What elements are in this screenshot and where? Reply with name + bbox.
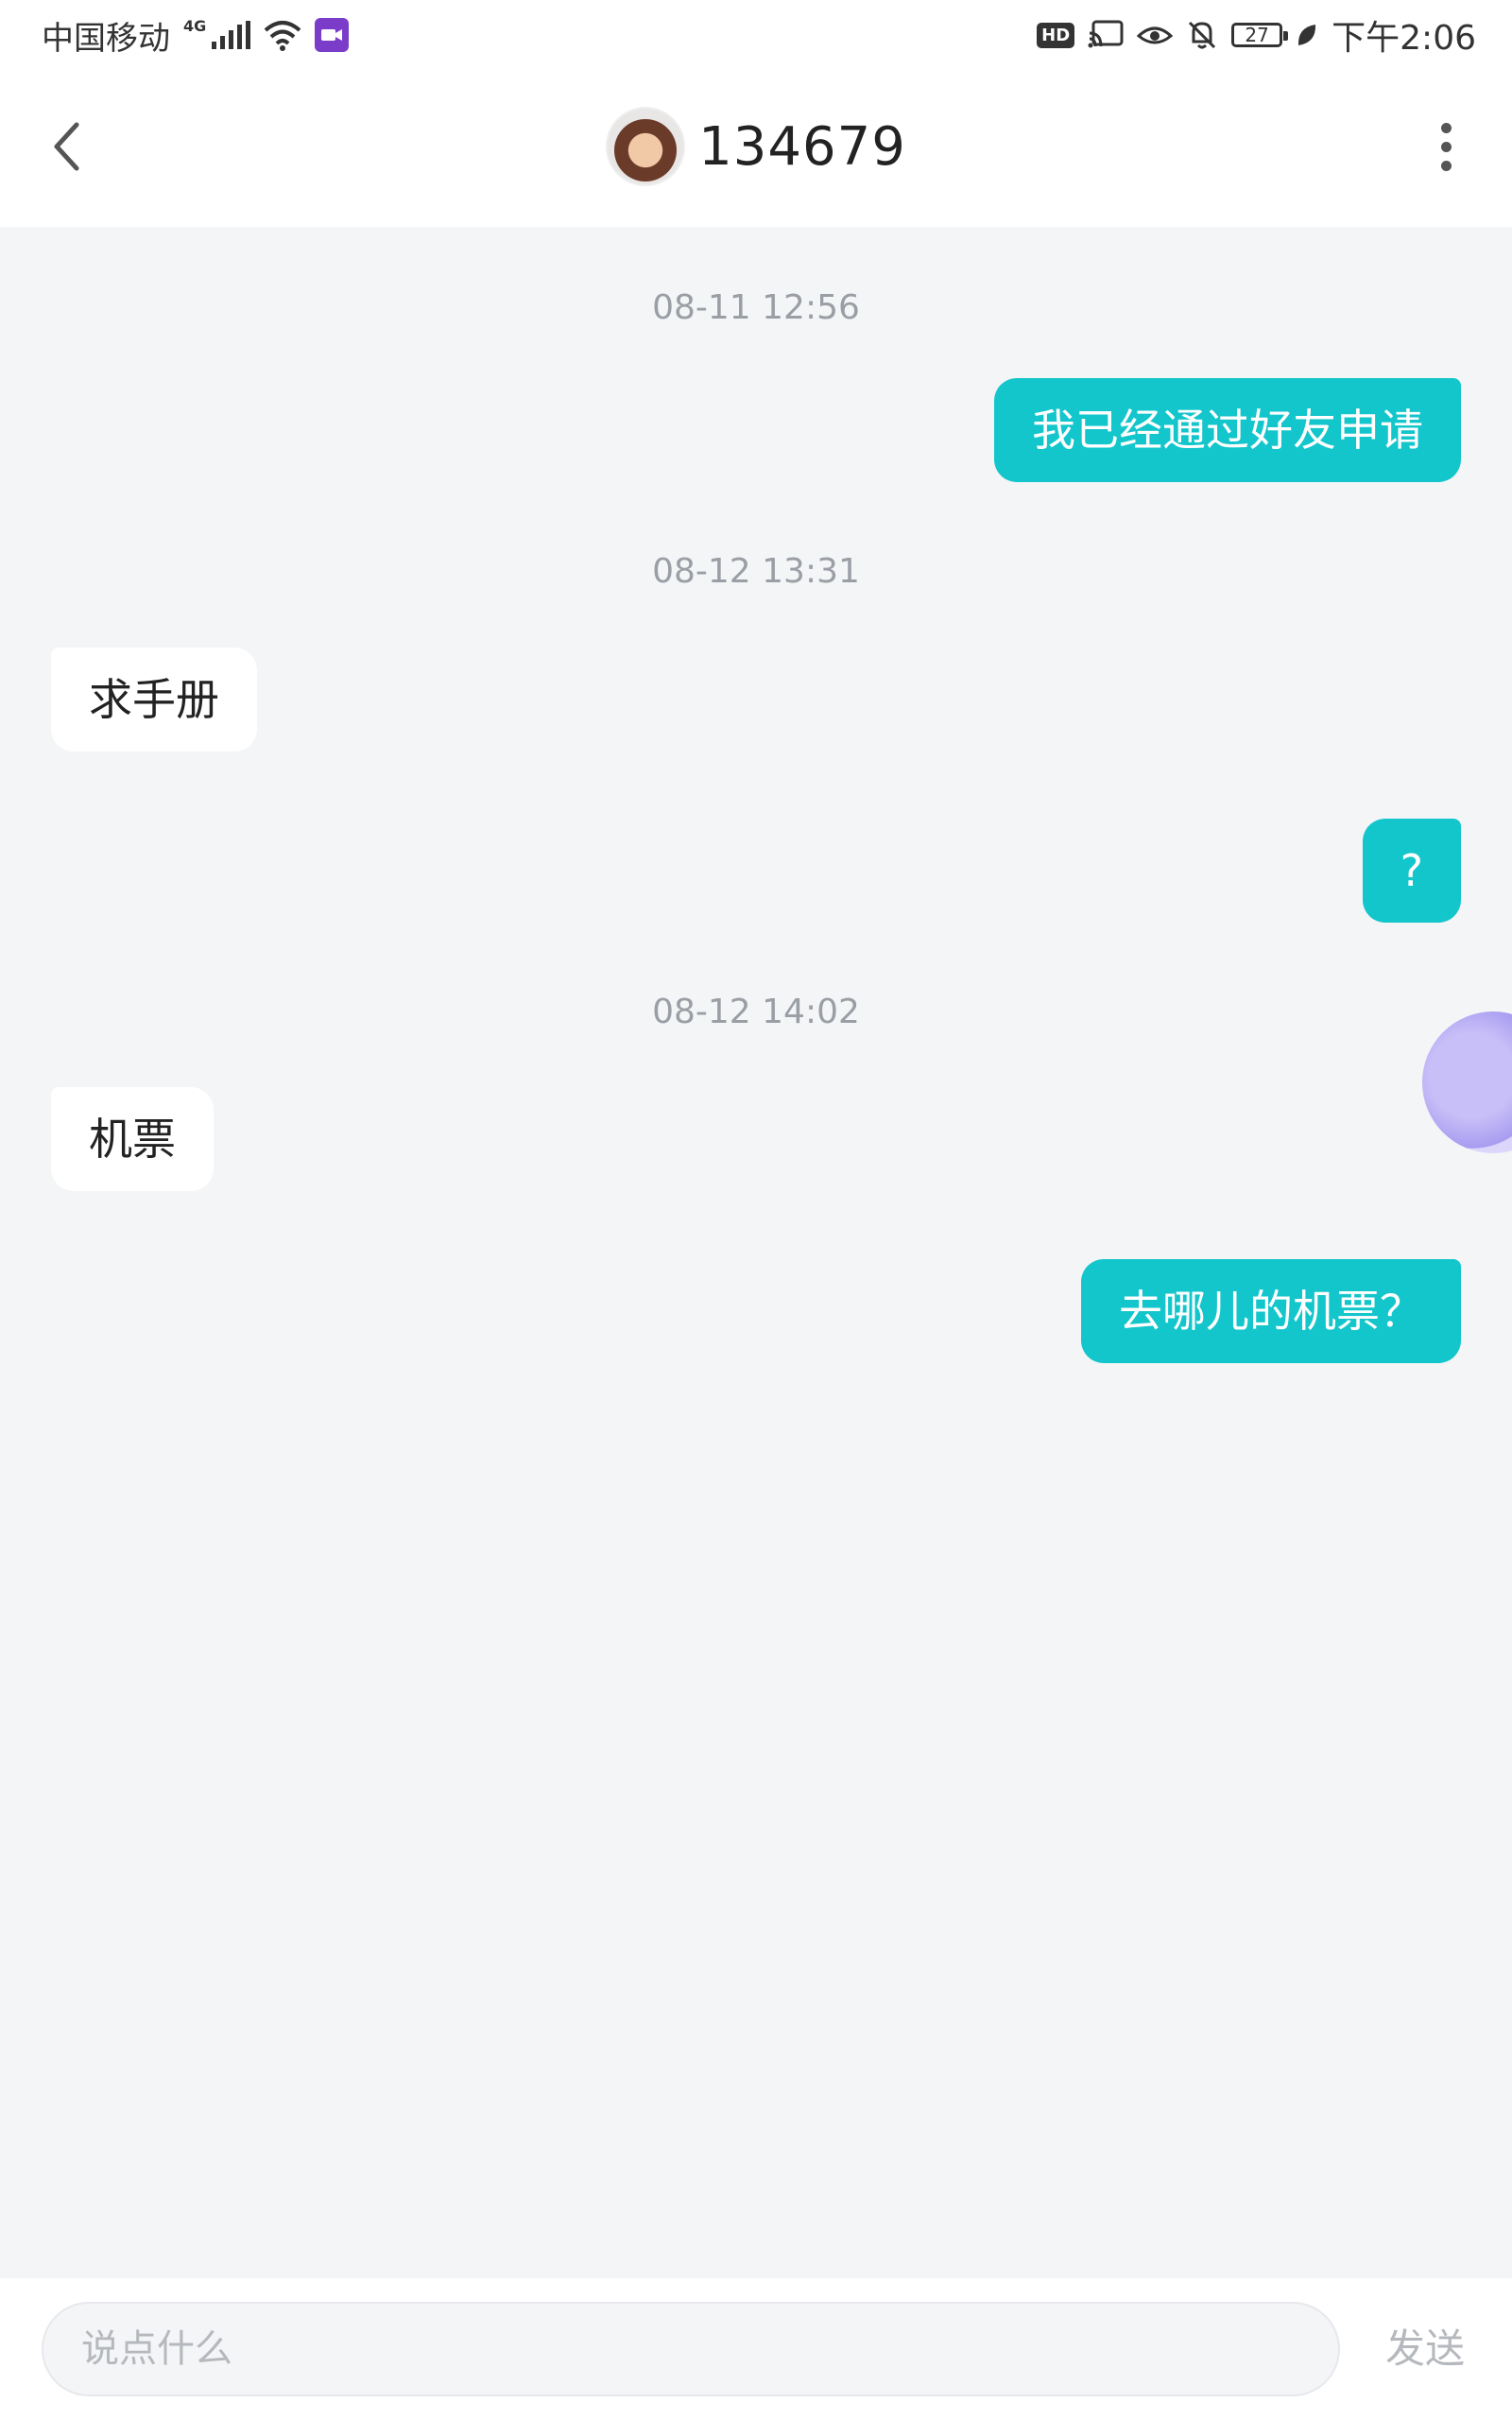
carrier-label: 中国移动: [42, 19, 170, 58]
more-vertical-icon: [1440, 122, 1452, 133]
mute-icon: [1189, 21, 1216, 49]
chat-header: 134679: [0, 71, 1512, 227]
message-outgoing[interactable]: ?: [1362, 819, 1461, 923]
video-app-icon: [315, 18, 350, 52]
page-title: 134679: [698, 115, 906, 178]
message-outgoing[interactable]: 我已经通过好友申请: [994, 378, 1461, 482]
eye-icon: [1137, 26, 1174, 44]
timestamp: 08-11 12:56: [652, 288, 860, 327]
send-button[interactable]: 发送: [1385, 2302, 1465, 2396]
hd-icon: HD: [1037, 22, 1075, 48]
status-bar: 中国移动 4G HD 27 下午2:06: [0, 0, 1512, 71]
timestamp: 08-12 13:31: [652, 552, 860, 591]
wifi-icon: [264, 21, 301, 51]
clock: 下午2:06: [1332, 19, 1476, 58]
timestamp: 08-12 14:02: [652, 993, 860, 1031]
battery-icon: 27: [1231, 23, 1289, 47]
message-outgoing[interactable]: 去哪儿的机票？: [1081, 1259, 1461, 1363]
composer-bar: 发送: [0, 2278, 1512, 2420]
more-options-button[interactable]: [1427, 118, 1465, 175]
cast-icon: [1088, 20, 1124, 48]
message-incoming[interactable]: 求手册: [51, 648, 257, 752]
message-input[interactable]: [42, 2302, 1340, 2396]
message-incoming[interactable]: 机票: [51, 1087, 214, 1191]
network-type: 4G: [183, 16, 207, 35]
leaf-icon: [1298, 25, 1316, 45]
floating-assistant-button[interactable]: [1422, 1011, 1512, 1153]
signal-icon: [212, 21, 251, 49]
avatar[interactable]: [606, 107, 686, 186]
